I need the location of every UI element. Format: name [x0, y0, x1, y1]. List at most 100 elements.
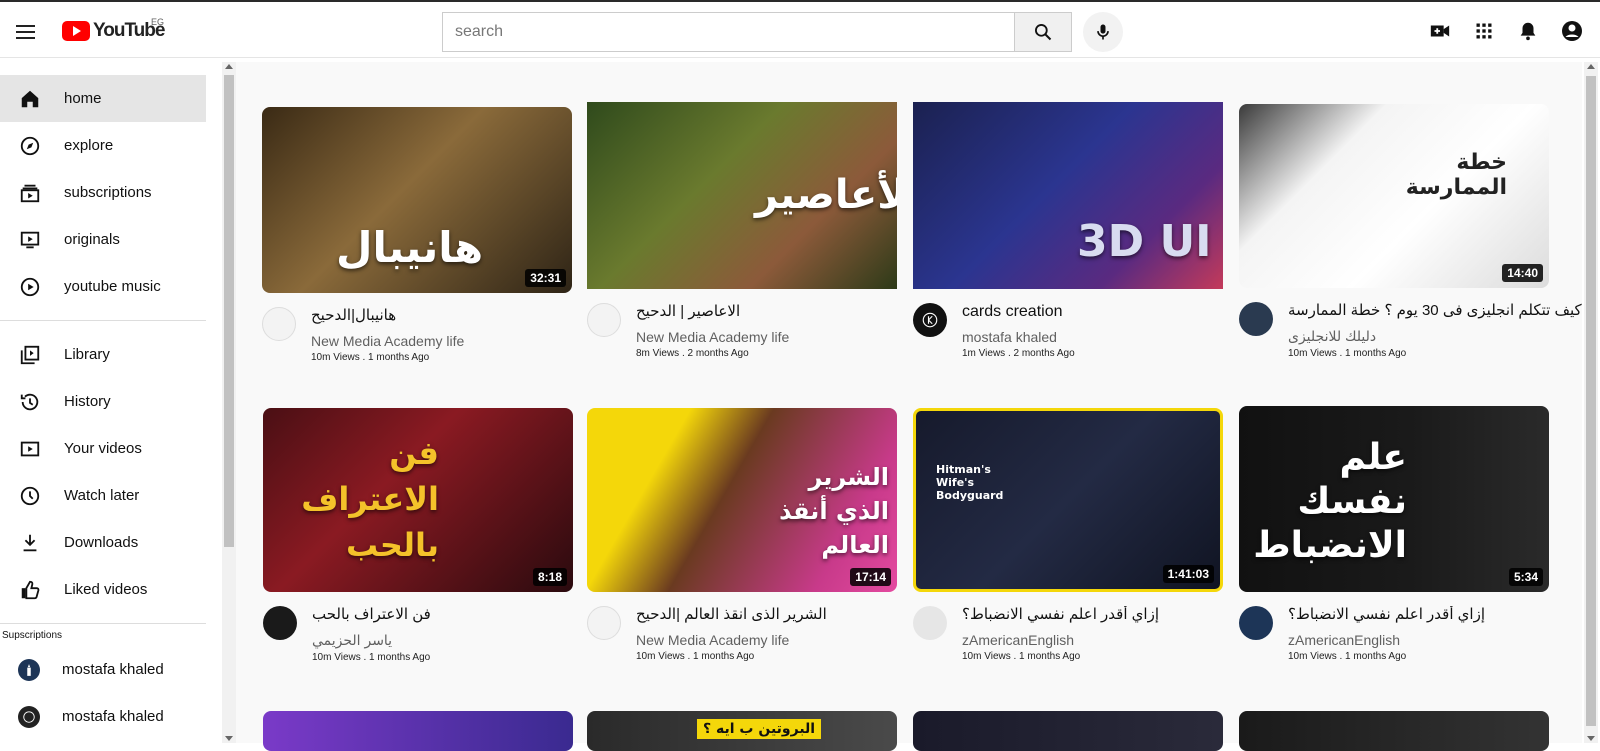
search-bar	[442, 12, 1072, 52]
video-channel[interactable]: New Media Academy life	[311, 333, 464, 349]
subscriptions-heading: Supscriptions	[2, 630, 63, 641]
notifications-button[interactable]	[1516, 19, 1540, 43]
video-thumbnail[interactable]	[263, 711, 573, 751]
video-thumbnail[interactable]: هانيبال 32:31	[262, 107, 572, 293]
create-video-button[interactable]	[1428, 19, 1452, 43]
thumbnail-text: 3D UI	[1077, 216, 1212, 267]
video-thumbnail[interactable]	[913, 711, 1223, 751]
video-duration: 32:31	[525, 269, 566, 287]
k-logo-icon	[23, 710, 35, 723]
channel-avatar[interactable]	[587, 303, 621, 337]
search-input[interactable]	[442, 12, 1014, 52]
sidebar-divider	[0, 320, 206, 321]
sidebar-item-originals[interactable]: originals	[0, 216, 206, 263]
channel-avatar[interactable]	[913, 303, 947, 337]
youtube-logo[interactable]: YouTube	[62, 20, 165, 42]
sidebar-item-home[interactable]: home	[0, 75, 206, 122]
search-button[interactable]	[1014, 12, 1072, 52]
thumbnail-text: الشرير الذي أنقذ العالم	[779, 463, 889, 559]
video-duration: 14:40	[1502, 264, 1543, 282]
video-title[interactable]: الاعاصير | الدحيح	[636, 303, 789, 323]
account-button[interactable]	[1560, 19, 1584, 43]
video-title[interactable]: كيف تتكلم انجليزى فى 30 يوم ؟ خطة الممار…	[1288, 302, 1582, 322]
channel-avatar[interactable]	[263, 606, 297, 640]
video-camera-icon	[1430, 25, 1450, 37]
video-title[interactable]: هانيبال|الدحيح	[311, 307, 464, 327]
video-thumbnail[interactable]: الشرير الذي أنقذ العالم 17:14	[587, 408, 897, 592]
thumbnail-text: علم نفسك الانضباط	[1253, 437, 1407, 566]
sidebar-item-your-videos[interactable]: Your videos	[0, 425, 206, 472]
sidebar-item-label: Watch later	[64, 487, 140, 504]
subscription-label: mostafa khaled	[62, 708, 164, 725]
sidebar-scrollbar[interactable]	[222, 62, 236, 743]
video-card[interactable]: هانيبال 32:31 هانيبال|الدحيح New Media A…	[262, 107, 572, 363]
sidebar-item-liked-videos[interactable]: Liked videos	[0, 566, 206, 613]
youtube-play-icon	[62, 21, 90, 41]
video-duration: 5:34	[1508, 568, 1543, 586]
video-title[interactable]: إزاي أقدر اعلم نفسي الانضباط؟	[1288, 606, 1485, 626]
video-thumbnail[interactable]: 3D UI	[913, 102, 1223, 289]
thumbnail-text: فن الاعتراف بالحب	[301, 434, 439, 564]
subscription-channel[interactable]: mostafa khaled	[0, 646, 206, 693]
microphone-icon	[1097, 24, 1109, 40]
video-channel[interactable]: ياسر الحزيمي	[312, 632, 431, 649]
sidebar-item-label: home	[64, 90, 102, 107]
sidebar-item-label: youtube music	[64, 278, 161, 295]
channel-avatar[interactable]	[913, 606, 947, 640]
channel-avatar[interactable]	[262, 307, 296, 341]
voice-search-button[interactable]	[1083, 12, 1123, 52]
k-logo-icon	[922, 312, 938, 328]
video-thumbnail[interactable]: Hitman's Wife's Bodyguard 1:41:03	[913, 408, 1223, 592]
video-card[interactable]: 3D UI cards creation mostafa khaled 1m V…	[913, 102, 1223, 359]
video-stats: 8m Views . 2 months Ago	[636, 348, 749, 359]
thumbs-up-icon	[18, 578, 42, 602]
apps-button[interactable]	[1472, 19, 1496, 43]
main-scrollbar[interactable]	[1584, 62, 1598, 743]
channel-avatar[interactable]	[1239, 606, 1273, 640]
video-title[interactable]: فن الاعتراف بالحب	[312, 606, 431, 626]
video-title[interactable]: الشرير الذى انقذ العالم |الدحيح	[636, 606, 827, 626]
video-title[interactable]: cards creation	[962, 303, 1075, 323]
sidebar-item-downloads[interactable]: Downloads	[0, 519, 206, 566]
sidebar-item-history[interactable]: History	[0, 378, 206, 425]
video-stats: 1m Views . 2 months Ago	[962, 348, 1075, 359]
video-card[interactable]: الشرير الذي أنقذ العالم 17:14 الشرير الذ…	[587, 408, 897, 662]
subscription-channel[interactable]: mostafa khaled	[0, 693, 206, 740]
video-stats: 10m Views . 1 months Ago	[311, 352, 430, 363]
channel-avatar[interactable]	[1239, 302, 1273, 336]
video-card[interactable]: فن الاعتراف بالحب 8:18 فن الاعتراف بالحب…	[263, 408, 573, 663]
subscription-label: mostafa khaled	[62, 661, 164, 678]
sidebar-item-library[interactable]: Library	[0, 331, 206, 378]
music-icon	[18, 275, 42, 299]
video-channel[interactable]: New Media Academy life	[636, 632, 827, 648]
video-thumbnail[interactable]: خطة الممارسة 14:40	[1239, 104, 1549, 288]
sidebar-item-label: Downloads	[64, 534, 139, 551]
sidebar-item-explore[interactable]: explore	[0, 122, 206, 169]
video-card[interactable]: Hitman's Wife's Bodyguard 1:41:03 إزاي أ…	[913, 408, 1223, 662]
video-thumbnail[interactable]	[1239, 711, 1549, 751]
sidebar-item-subscriptions[interactable]: subscriptions	[0, 169, 206, 216]
video-stats: 10m Views . 1 months Ago	[636, 651, 755, 662]
sidebar-item-label: subscriptions	[64, 184, 152, 201]
video-title[interactable]: إزاي أقدر اعلم نفسي الانضباط؟	[962, 606, 1159, 626]
video-channel[interactable]: zAmericanEnglish	[1288, 632, 1485, 648]
video-card[interactable]: الأعاصير الاعاصير | الدحيح New Media Aca…	[587, 102, 897, 359]
compass-icon	[18, 134, 42, 158]
video-thumbnail[interactable]: الأعاصير	[587, 102, 897, 289]
hamburger-menu-icon[interactable]	[16, 20, 40, 44]
video-channel[interactable]: New Media Academy life	[636, 329, 789, 345]
sidebar-item-watch-later[interactable]: Watch later	[0, 472, 206, 519]
video-thumbnail[interactable]: فن الاعتراف بالحب 8:18	[263, 408, 573, 592]
history-icon	[18, 390, 42, 414]
video-thumbnail[interactable]: البروتين ب ايه ؟	[587, 711, 897, 751]
thumbnail-text: الأعاصير	[755, 172, 897, 218]
video-thumbnail[interactable]: علم نفسك الانضباط 5:34	[1239, 406, 1549, 592]
channel-avatar[interactable]	[587, 606, 621, 640]
video-channel[interactable]: zAmericanEnglish	[962, 632, 1159, 648]
video-card[interactable]: علم نفسك الانضباط 5:34 إزاي أقدر اعلم نف…	[1239, 406, 1549, 662]
sidebar-item-youtube-music[interactable]: youtube music	[0, 263, 206, 310]
sidebar-item-label: Library	[64, 346, 110, 363]
video-channel[interactable]: دليلك للانجليزى	[1288, 328, 1582, 345]
video-channel[interactable]: mostafa khaled	[962, 329, 1075, 345]
video-card[interactable]: خطة الممارسة 14:40 كيف تتكلم انجليزى فى …	[1239, 104, 1582, 359]
